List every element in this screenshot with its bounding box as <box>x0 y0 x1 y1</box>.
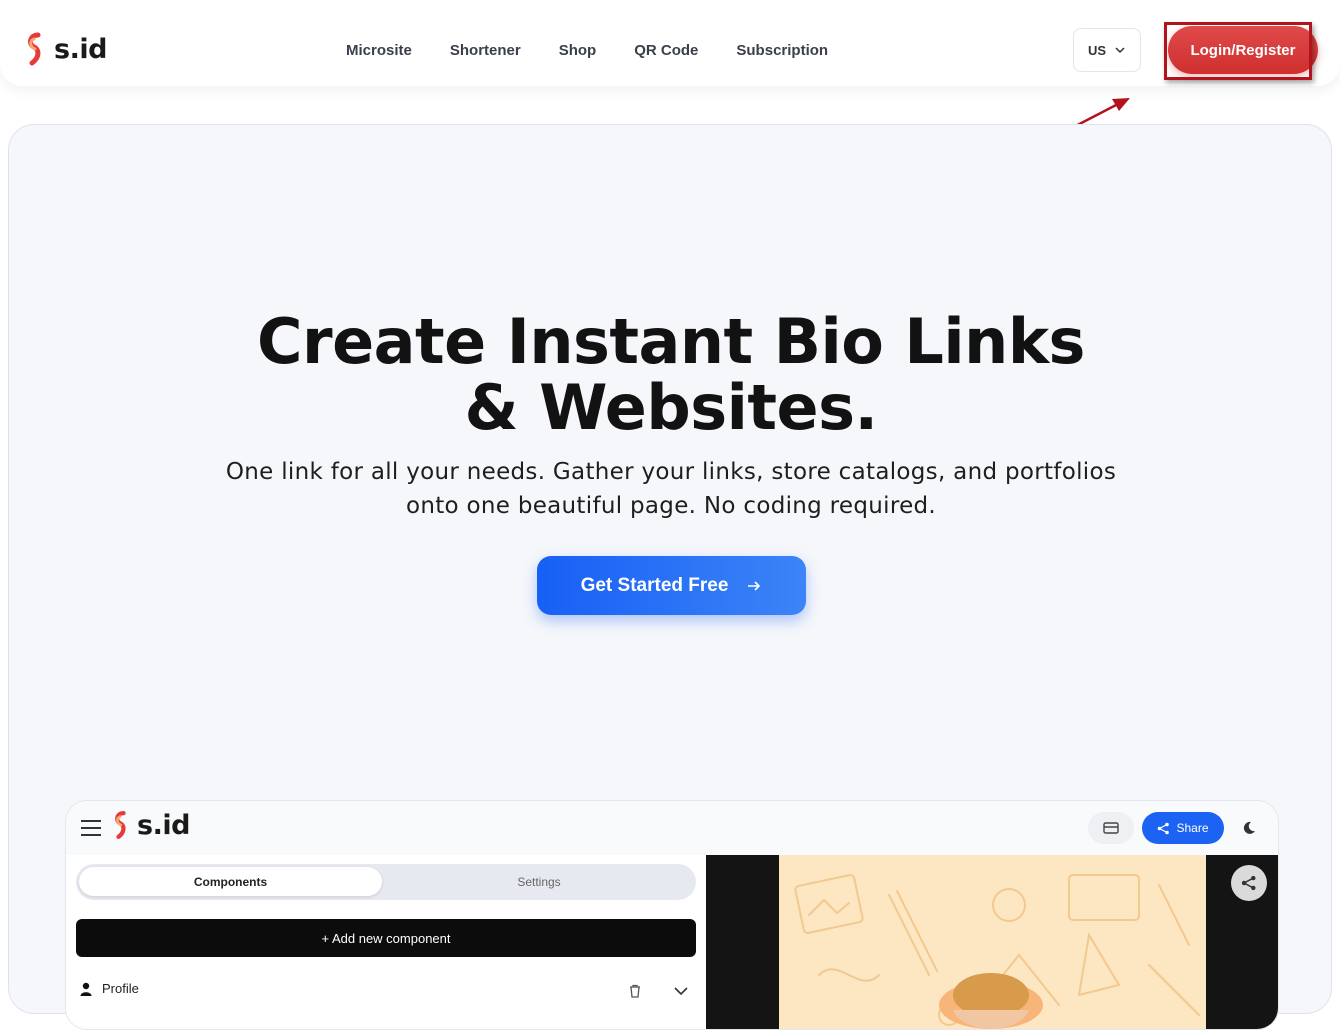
arrow-right-icon <box>748 580 761 591</box>
tab-settings[interactable]: Settings <box>386 867 692 896</box>
hero-subtitle: One link for all your needs. Gather your… <box>9 455 1333 523</box>
card-icon <box>1103 822 1119 834</box>
doodle-pattern-image <box>794 874 1200 1029</box>
nav-shop[interactable]: Shop <box>559 42 597 59</box>
preview-share-button[interactable]: Share <box>1142 812 1224 844</box>
preview-theme-toggle[interactable] <box>1236 815 1262 841</box>
hero-subtitle-line-2: onto one beautiful page. No coding requi… <box>405 493 937 519</box>
moon-icon <box>1243 821 1255 834</box>
preview-card-button[interactable] <box>1088 812 1134 844</box>
nav-microsite[interactable]: Microsite <box>346 42 412 59</box>
get-started-button[interactable]: Get Started Free <box>537 556 806 615</box>
preview-share-circle-button[interactable] <box>1231 865 1267 901</box>
preview-share-label: Share <box>1176 821 1209 835</box>
language-select[interactable]: US <box>1073 28 1141 72</box>
top-navbar: s.id Microsite Shortener Shop QR Code Su… <box>0 0 1340 86</box>
share-icon <box>1241 875 1256 891</box>
preview-brand-name: s.id <box>137 809 190 841</box>
brand-logo[interactable]: s.id <box>22 32 107 66</box>
tab-components[interactable]: Components <box>79 867 382 896</box>
nav-shortener[interactable]: Shortener <box>450 42 521 59</box>
language-value: US <box>1087 42 1107 58</box>
login-register-button[interactable]: Login/Register <box>1168 26 1318 74</box>
brand-name: s.id <box>54 33 107 65</box>
get-started-label: Get Started Free <box>580 574 729 596</box>
chevron-down-icon[interactable] <box>673 984 689 998</box>
hero-section: Create Instant Bio Links & Websites. One… <box>8 124 1333 1030</box>
preview-phone-frame <box>706 855 1278 1029</box>
main-nav: Microsite Shortener Shop QR Code Subscri… <box>346 42 828 59</box>
preview-tabs: Components Settings <box>76 864 696 900</box>
trash-icon[interactable] <box>628 984 642 998</box>
nav-qr-code[interactable]: QR Code <box>634 42 698 59</box>
preview-cover-pattern <box>779 855 1206 1029</box>
profile-label: Profile <box>102 981 139 996</box>
hero-subtitle-line-1: One link for all your needs. Gather your… <box>225 459 1117 485</box>
menu-icon[interactable] <box>80 819 102 837</box>
share-icon <box>1158 822 1170 834</box>
add-component-button[interactable]: + Add new component <box>76 919 696 957</box>
hero-title-line-1: Create Instant Bio Links <box>257 305 1085 378</box>
preview-logo: s.id <box>110 809 190 841</box>
hero-title-line-2: & Websites. <box>464 371 878 444</box>
user-icon <box>80 982 92 996</box>
logo-mark-icon <box>115 811 126 839</box>
logo-mark-icon <box>28 32 41 66</box>
app-preview: s.id Share Components Settings + Add new… <box>65 800 1279 1030</box>
preview-header: s.id Share <box>66 801 1278 855</box>
hero-title: Create Instant Bio Links & Websites. <box>9 309 1333 441</box>
nav-subscription[interactable]: Subscription <box>736 42 828 59</box>
profile-component-row[interactable]: Profile <box>80 981 139 996</box>
chevron-down-icon <box>1115 47 1125 54</box>
